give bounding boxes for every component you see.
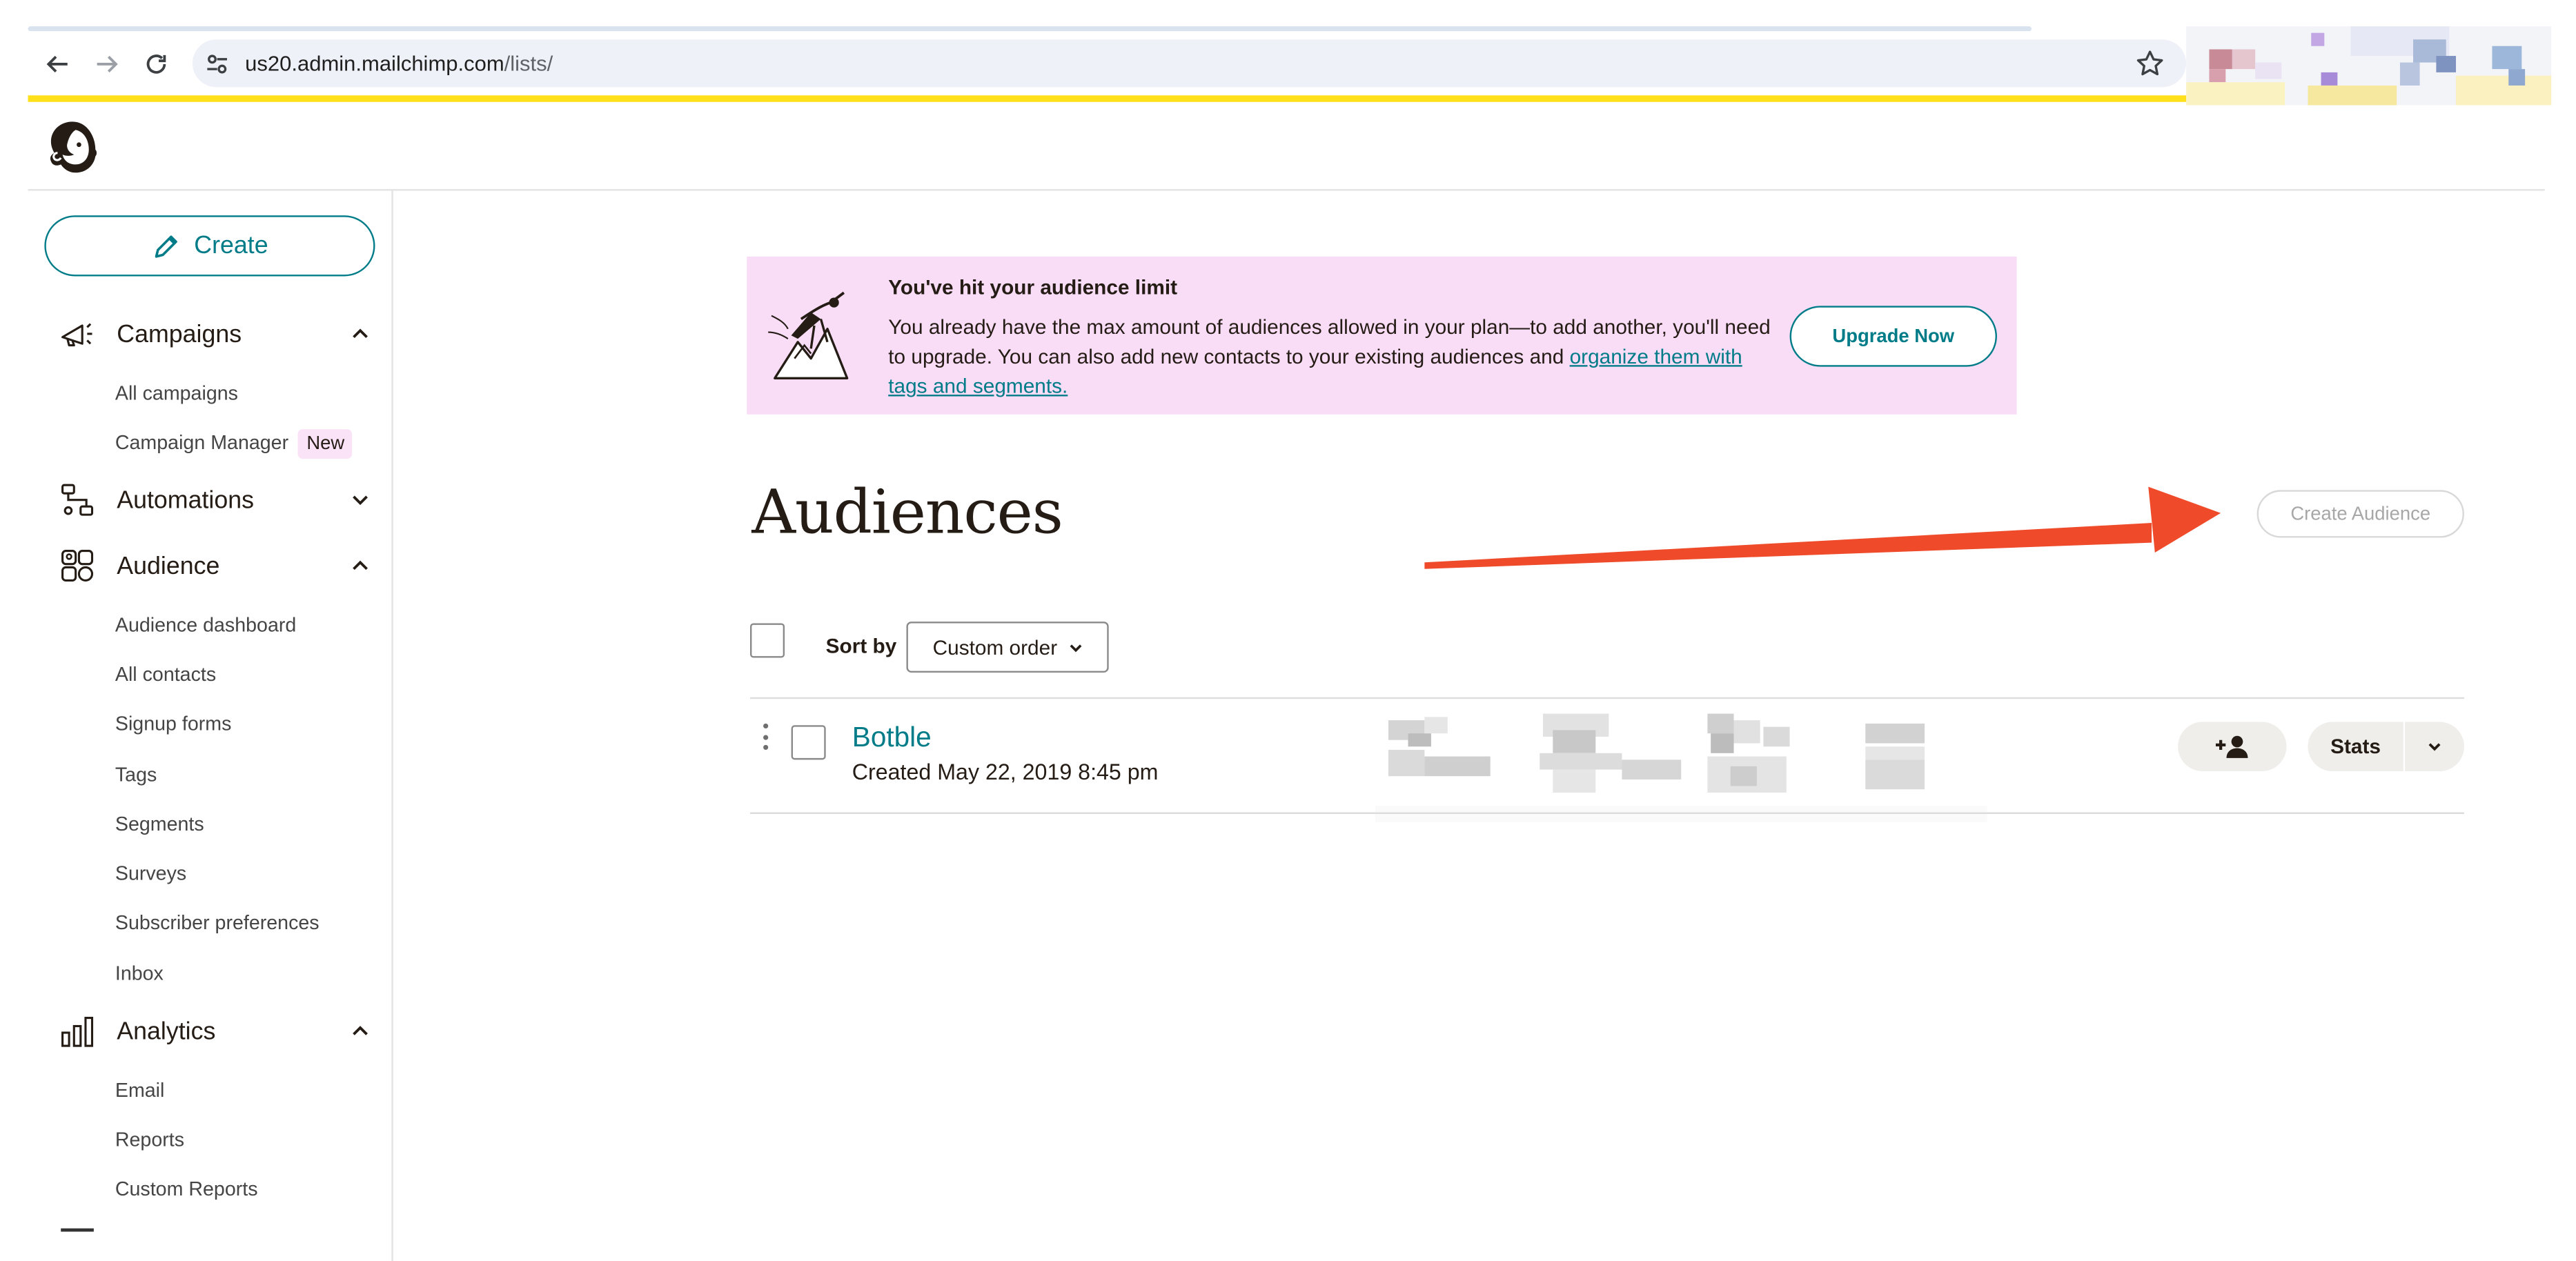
sidebar-item-subscriber-preferences[interactable]: Subscriber preferences	[115, 909, 319, 935]
sidebar-item-audience-dashboard[interactable]: Audience dashboard	[115, 612, 296, 638]
sidebar-section-label: Analytics	[117, 1017, 216, 1045]
chevron-up-icon	[353, 328, 368, 339]
stats-button[interactable]: Stats	[2308, 722, 2406, 772]
create-audience-button[interactable]: Create Audience	[2257, 490, 2464, 538]
pixelated-stats	[1375, 707, 1987, 822]
sidebar-item-label: Campaign Manager	[115, 430, 289, 454]
stats-button-group: Stats	[2308, 722, 2464, 772]
sidebar-section-audience[interactable]: Audience	[57, 546, 378, 585]
automations-icon	[61, 484, 94, 516]
pixelated-extension-area	[2186, 26, 2552, 106]
new-badge: New	[298, 429, 353, 459]
stats-more-button[interactable]	[2405, 722, 2464, 771]
bookmark-star-icon[interactable]	[2134, 48, 2167, 81]
sidebar-section-label: Campaigns	[117, 319, 242, 348]
audience-name-link[interactable]: Botble	[852, 722, 932, 755]
reload-icon	[146, 54, 166, 74]
annotation-arrow-icon	[1424, 486, 2221, 569]
sidebar-item-custom-reports[interactable]: Custom Reports	[115, 1175, 258, 1202]
app-header	[28, 102, 2545, 191]
sidebar-item-all-campaigns[interactable]: All campaigns	[115, 380, 238, 406]
sort-label: Sort by	[825, 635, 897, 658]
pencil-icon	[155, 235, 177, 257]
sidebar-item-segments[interactable]: Segments	[115, 811, 204, 837]
bar-chart-icon	[61, 1017, 94, 1047]
sidebar-item-tags[interactable]: Tags	[115, 762, 157, 788]
add-contact-button[interactable]	[2178, 722, 2287, 772]
audience-created-date: Created May 22, 2019 8:45 pm	[852, 759, 1159, 785]
chevron-up-icon	[353, 1026, 368, 1035]
back-button[interactable]	[39, 46, 75, 82]
drag-handle-icon[interactable]	[760, 723, 769, 753]
upgrade-now-button[interactable]: Upgrade Now	[1789, 306, 1997, 367]
create-button-label: Create	[194, 232, 268, 260]
sidebar-item-inbox[interactable]: Inbox	[115, 960, 164, 986]
mailchimp-logo-icon[interactable]	[44, 117, 100, 176]
next-section-icon	[61, 1228, 94, 1233]
climber-illustration-icon	[768, 291, 849, 379]
sidebar-item-email[interactable]: Email	[115, 1077, 165, 1103]
screen: us20.admin.mailchimp.com/lists/ Create C…	[0, 0, 2576, 1261]
banner-title: You've hit your audience limit	[888, 276, 1178, 299]
megaphone-icon	[61, 323, 92, 347]
sidebar-section-analytics[interactable]: Analytics	[57, 1011, 378, 1051]
sidebar-section-campaigns[interactable]: Campaigns	[57, 314, 378, 353]
arrow-right-icon	[97, 55, 118, 73]
sidebar-section-label: Automations	[117, 486, 255, 514]
sidebar-section-label: Audience	[117, 551, 220, 580]
sidebar-section-automations[interactable]: Automations	[57, 480, 378, 519]
row-checkbox[interactable]	[791, 725, 826, 760]
forward-button[interactable]	[89, 46, 125, 82]
sidebar-item-signup-forms[interactable]: Signup forms	[115, 711, 232, 737]
sidebar-item-reports[interactable]: Reports	[115, 1126, 184, 1153]
url-text: us20.admin.mailchimp.com/lists/	[245, 50, 553, 78]
audience-icon	[61, 550, 94, 582]
divider	[750, 697, 2464, 699]
sort-order-select[interactable]: Custom order	[906, 622, 1109, 673]
create-button[interactable]: Create	[44, 215, 375, 277]
reload-button[interactable]	[138, 46, 174, 82]
select-all-checkbox[interactable]	[750, 623, 785, 658]
sort-order-value: Custom order	[932, 635, 1058, 659]
arrow-left-icon	[46, 55, 68, 73]
divider	[750, 812, 2464, 814]
chevron-down-icon	[2428, 743, 2441, 751]
sidebar-item-all-contacts[interactable]: All contacts	[115, 661, 216, 687]
url-path: /lists/	[504, 50, 553, 76]
site-settings-icon[interactable]	[204, 51, 230, 77]
chevron-down-icon	[353, 495, 368, 506]
banner-body: You already have the max amount of audie…	[888, 312, 1776, 401]
sidebar-item-campaign-manager[interactable]: Campaign Manager New	[115, 429, 353, 459]
sidebar-item-surveys[interactable]: Surveys	[115, 860, 186, 886]
brand-accent-line	[28, 95, 2187, 102]
chevron-up-icon	[353, 560, 368, 570]
chevron-down-icon	[1069, 644, 1081, 652]
url-host: us20.admin.mailchimp.com	[245, 50, 504, 76]
add-person-icon	[2215, 735, 2248, 758]
browser-tab-strip	[28, 26, 2032, 32]
page-title: Audiences	[751, 477, 1063, 548]
